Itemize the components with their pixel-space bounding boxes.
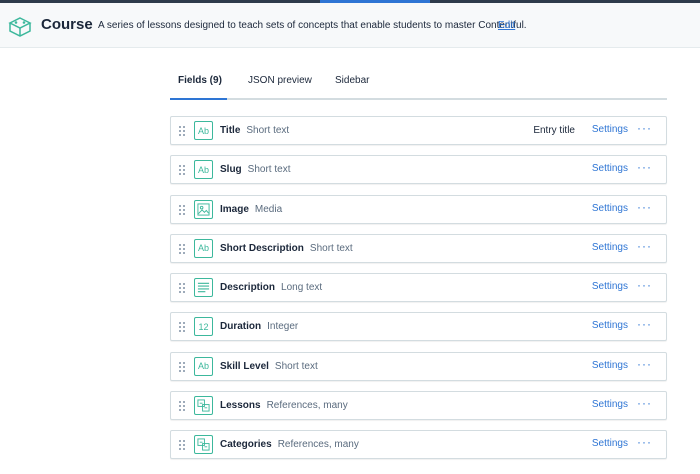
drag-handle-icon[interactable]: [179, 440, 185, 451]
active-tab-indicator: [170, 98, 227, 100]
drag-handle-icon[interactable]: [179, 401, 185, 412]
field-settings-button[interactable]: Settings: [592, 124, 628, 135]
field-name-label: Lessons: [220, 400, 261, 412]
more-actions-icon[interactable]: ···: [637, 317, 652, 331]
field-settings-button[interactable]: Settings: [592, 399, 628, 410]
field-row-duration[interactable]: 12 Duration Integer Settings ···: [170, 312, 667, 342]
field-type-label: Short text: [274, 360, 318, 372]
more-actions-icon[interactable]: ···: [637, 357, 652, 371]
number-icon: 12: [194, 317, 213, 337]
field-name: Skill Level Short text: [220, 361, 318, 372]
field-name-label: Duration: [220, 321, 262, 333]
longtext-icon: [194, 278, 213, 298]
text-icon: Ab: [194, 121, 213, 140]
field-row-short-description[interactable]: Ab Short Description Short text Settings ···: [170, 233, 667, 263]
drag-handle-icon[interactable]: [179, 322, 185, 333]
field-settings-button[interactable]: Settings: [592, 203, 628, 214]
field-name-label: Description: [220, 282, 276, 294]
field-name-label: Slug: [220, 164, 242, 176]
drag-handle-icon[interactable]: [179, 126, 185, 136]
field-type-label: Short text: [247, 164, 291, 176]
reference-icon: [194, 435, 213, 455]
field-name: Duration Integer: [220, 321, 298, 332]
field-list: Ab Title Short text Entry title Settings ··· A…: [170, 116, 667, 470]
more-actions-icon[interactable]: ···: [637, 160, 652, 174]
field-row-description[interactable]: Description Long text Settings ···: [170, 273, 667, 303]
more-actions-icon[interactable]: ···: [637, 278, 652, 292]
media-icon: [194, 199, 213, 219]
field-row-slug[interactable]: Ab Slug Short text Settings ···: [170, 155, 667, 185]
page-title: Course: [41, 16, 93, 33]
field-type-label: References, many: [277, 439, 359, 451]
text-icon: Ab: [194, 160, 213, 180]
edit-description-link[interactable]: Edit: [498, 20, 515, 31]
more-actions-icon[interactable]: ···: [637, 435, 652, 449]
text-icon: Ab: [194, 238, 213, 258]
field-name: Title Short text: [220, 125, 289, 136]
field-name: Categories References, many: [220, 439, 359, 450]
content-type-icon: [8, 17, 32, 37]
tab-sidebar[interactable]: Sidebar: [335, 75, 369, 86]
field-row-skill-level[interactable]: Ab Skill Level Short text Settings ···: [170, 351, 667, 381]
field-settings-button[interactable]: Settings: [592, 360, 628, 371]
content-type-description: A series of lessons designed to teach se…: [98, 20, 527, 31]
drag-handle-icon[interactable]: [179, 165, 185, 176]
field-row-title[interactable]: Ab Title Short text Entry title Settings ···: [170, 116, 667, 145]
drag-handle-icon[interactable]: [179, 204, 185, 215]
tab-bar: Fields (9) JSON preview Sidebar: [170, 62, 667, 100]
field-name-label: Title: [220, 125, 241, 136]
more-actions-icon[interactable]: ···: [637, 239, 652, 253]
field-row-lessons[interactable]: Lessons References, many Settings ···: [170, 391, 667, 421]
field-name-label: Skill Level: [220, 360, 269, 372]
field-settings-button[interactable]: Settings: [592, 242, 628, 253]
text-icon: Ab: [194, 356, 213, 376]
field-type-label: Short text: [309, 242, 353, 254]
field-row-categories[interactable]: Categories References, many Settings ···: [170, 430, 667, 460]
reference-icon: [194, 396, 213, 416]
field-name-label: Image: [220, 203, 249, 215]
field-name-label: Short Description: [220, 242, 304, 254]
field-settings-button[interactable]: Settings: [592, 320, 628, 331]
field-settings-button[interactable]: Settings: [592, 163, 628, 174]
field-type-label: Short text: [246, 125, 290, 136]
field-row-image[interactable]: Image Media Settings ···: [170, 194, 667, 224]
field-name: Slug Short text: [220, 164, 290, 175]
more-actions-icon[interactable]: ···: [637, 396, 652, 410]
field-type-label: Long text: [281, 282, 323, 294]
field-name-label: Categories: [220, 439, 272, 451]
field-settings-button[interactable]: Settings: [592, 281, 628, 292]
field-settings-button[interactable]: Settings: [592, 438, 628, 449]
field-type-label: Integer: [267, 321, 299, 333]
drag-handle-icon[interactable]: [179, 243, 185, 254]
drag-handle-icon[interactable]: [179, 283, 185, 294]
field-name: Short Description Short text: [220, 243, 353, 254]
field-name: Description Long text: [220, 282, 322, 293]
field-name: Lessons References, many: [220, 400, 348, 411]
entry-title-badge: Entry title: [533, 125, 575, 136]
tab-json-preview[interactable]: JSON preview: [248, 75, 312, 86]
field-name: Image Media: [220, 204, 282, 215]
more-actions-icon[interactable]: ···: [637, 200, 652, 214]
more-actions-icon[interactable]: ···: [637, 121, 652, 135]
page-header: Course A series of lessons designed to t…: [0, 3, 700, 48]
field-type-label: References, many: [266, 400, 348, 412]
drag-handle-icon[interactable]: [179, 361, 185, 372]
field-type-label: Media: [254, 203, 283, 215]
tab-fields[interactable]: Fields (9): [178, 75, 222, 86]
